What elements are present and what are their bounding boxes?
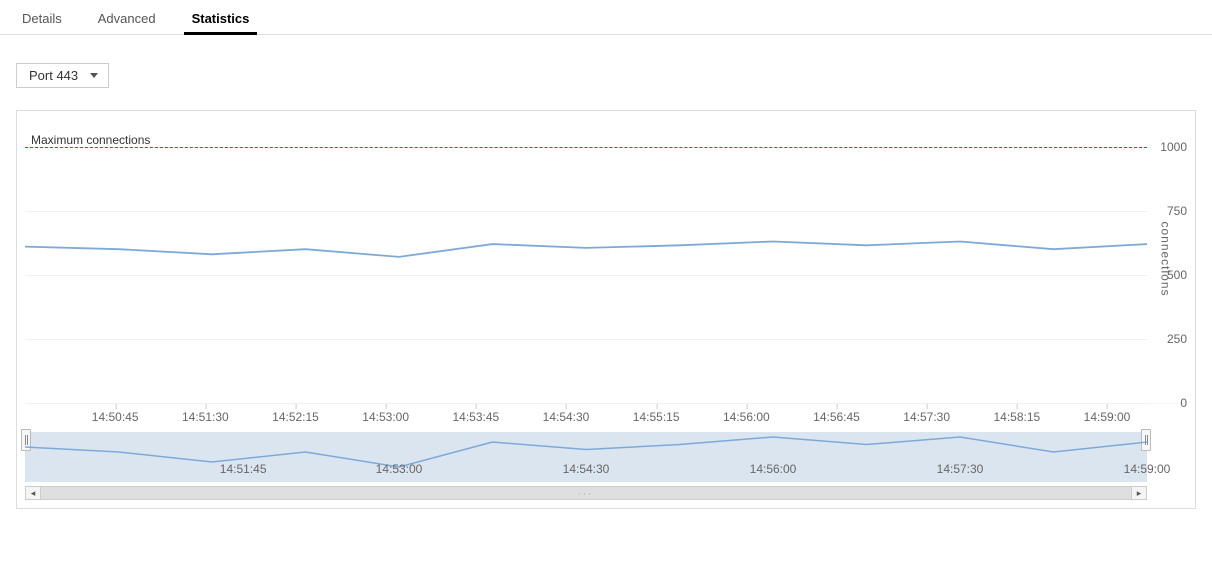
overview-x-tick: 14:54:30 xyxy=(563,462,610,476)
y-axis-title: connections xyxy=(1158,221,1172,296)
chevron-down-icon xyxy=(90,73,98,78)
tab-statistics[interactable]: Statistics xyxy=(188,11,254,34)
x-tick-label: 14:58:15 xyxy=(993,410,1040,424)
x-tick-label: 14:52:15 xyxy=(272,410,319,424)
overview-x-tick: 14:56:00 xyxy=(750,462,797,476)
overview-x-tick: 14:57:30 xyxy=(937,462,984,476)
controls: Port 443 xyxy=(0,35,1212,110)
x-tick-label: 14:53:00 xyxy=(362,410,409,424)
x-tick-label: 14:57:30 xyxy=(903,410,950,424)
x-tick-label: 14:53:45 xyxy=(452,410,499,424)
x-tick-label: 14:54:30 xyxy=(543,410,590,424)
x-tick-label: 14:50:45 xyxy=(92,410,139,424)
overview-x-tick: 14:53:00 xyxy=(376,462,423,476)
port-select[interactable]: Port 443 xyxy=(16,63,109,88)
overview-x-tick: 14:51:45 xyxy=(220,462,267,476)
tab-details[interactable]: Details xyxy=(18,11,66,34)
scroll-left-button[interactable]: ◂ xyxy=(25,486,41,500)
tab-bar: Details Advanced Statistics xyxy=(0,0,1212,35)
series-svg xyxy=(25,121,1147,403)
tab-advanced[interactable]: Advanced xyxy=(94,11,160,34)
chart-overview[interactable]: 14:51:45 14:53:00 14:54:30 14:56:00 14:57:30… xyxy=(25,432,1147,482)
line-chart: connections 02505007501000Maximum connec… xyxy=(25,121,1187,404)
y-tick-label: 750 xyxy=(1151,204,1187,218)
scroll-track[interactable]: ∙∙∙ xyxy=(41,486,1131,500)
port-select-label: Port 443 xyxy=(29,68,78,83)
scroll-right-button[interactable]: ▸ xyxy=(1131,486,1147,500)
y-tick-label: 0 xyxy=(1151,396,1187,410)
series-line xyxy=(25,241,1147,256)
chart-horizontal-scrollbar[interactable]: ◂ ∙∙∙ ▸ xyxy=(25,486,1147,500)
overview-x-tick: 14:59:00 xyxy=(1124,462,1171,476)
x-axis: 14:50:45 14:51:30 14:52:15 14:53:00 14:53:45… xyxy=(25,404,1147,432)
x-tick-label: 14:59:00 xyxy=(1084,410,1131,424)
chart-panel: connections 02505007501000Maximum connec… xyxy=(16,110,1196,509)
x-tick-label: 14:56:45 xyxy=(813,410,860,424)
y-tick-label: 250 xyxy=(1151,332,1187,346)
x-tick-label: 14:51:30 xyxy=(182,410,229,424)
y-tick-label: 1000 xyxy=(1151,140,1187,154)
y-tick-label: 500 xyxy=(1151,268,1187,282)
x-tick-label: 14:56:00 xyxy=(723,410,770,424)
x-tick-label: 14:55:15 xyxy=(633,410,680,424)
